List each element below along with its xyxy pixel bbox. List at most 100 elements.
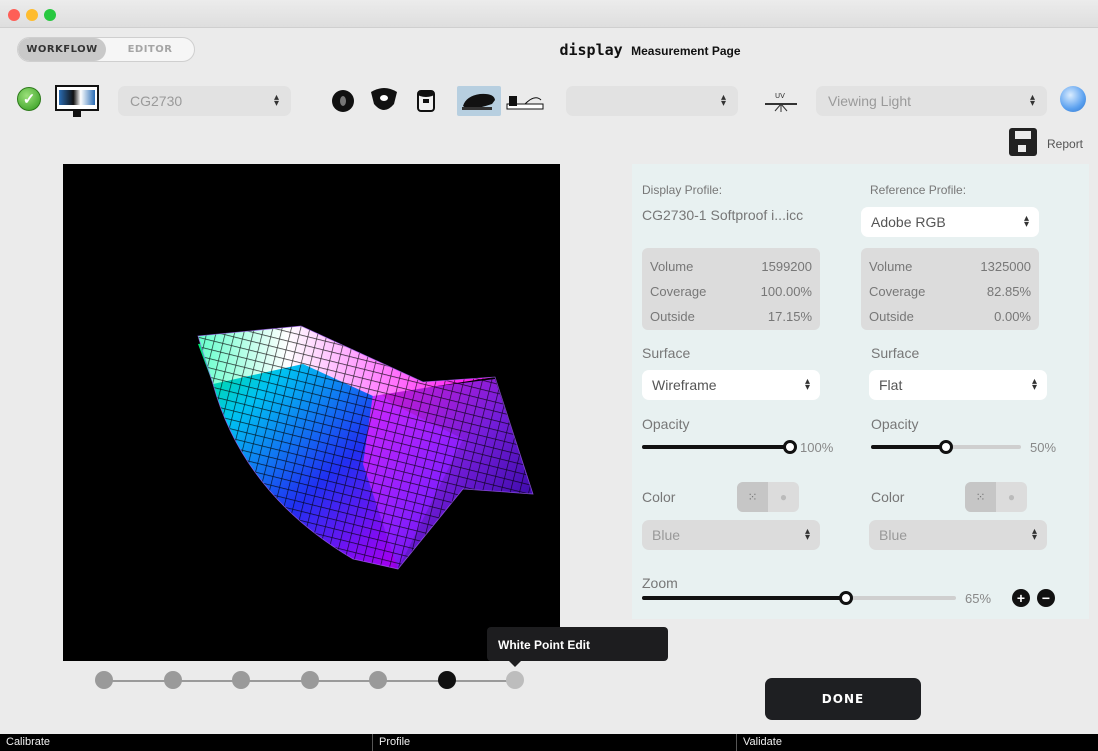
gamut-wireframe [197, 325, 534, 570]
slider-knob[interactable] [939, 440, 953, 454]
left-opacity-slider[interactable] [642, 440, 797, 454]
close-window-button[interactable] [8, 9, 20, 21]
stat-label: Outside [650, 309, 695, 324]
solid-mode-icon[interactable]: ● [996, 482, 1027, 512]
step-tooltip: White Point Edit [487, 627, 668, 661]
select-arrows-icon: ▴ ▾ [804, 526, 810, 543]
slider-knob[interactable] [839, 591, 854, 605]
select-arrows-icon: ▴ ▾ [1023, 213, 1029, 230]
viewing-light-value: Viewing Light [828, 93, 912, 109]
workflow-bottom-bar: Calibrate Profile Validate [0, 734, 1098, 751]
report-label[interactable]: Report [1047, 137, 1083, 151]
device-select[interactable]: ▴ ▾ [566, 86, 738, 116]
select-arrows-icon: ▴ ▾ [1031, 376, 1037, 393]
stat-value: 82.85% [986, 284, 1031, 299]
tab-calibrate[interactable]: Calibrate [0, 734, 373, 751]
right-opacity-slider[interactable] [871, 440, 1021, 454]
right-opacity-label: Opacity [871, 416, 919, 432]
left-surface-select[interactable]: Wireframe ▴ ▾ [642, 370, 820, 400]
tab-workflow[interactable]: WORKFLOW [18, 38, 106, 61]
display-select[interactable]: CG2730 ▴ ▾ [118, 86, 291, 116]
stat-row-volume: Volume 1599200 [650, 254, 812, 279]
solid-mode-icon[interactable]: ● [768, 482, 799, 512]
right-surface-label: Surface [871, 345, 920, 361]
display-select-value: CG2730 [130, 93, 183, 109]
stat-value: 100.00% [760, 284, 812, 299]
step-dot[interactable] [163, 671, 182, 689]
tooltip-arrow [508, 660, 522, 667]
left-opacity-value: 100% [800, 440, 834, 455]
step-dot[interactable] [300, 671, 319, 689]
slider-fill [642, 596, 847, 600]
select-arrows-icon: ▴ ▾ [720, 92, 726, 109]
zoom-slider[interactable] [642, 591, 956, 605]
tab-profile[interactable]: Profile [373, 734, 737, 751]
stat-row-outside: Outside 0.00% [869, 304, 1031, 329]
uv-light-icon[interactable]: UV [763, 90, 799, 114]
display-profile-label: Display Profile: [642, 183, 723, 197]
display-profile-value: CG2730-1 Softproof i...icc [642, 207, 804, 223]
minimize-window-button[interactable] [26, 9, 38, 21]
zoom-out-icon[interactable]: − [1037, 589, 1055, 607]
dots-mode-icon[interactable]: ⁙ [965, 482, 996, 512]
stat-label: Volume [869, 259, 913, 274]
left-surface-value: Wireframe [652, 377, 717, 393]
step-dot[interactable] [95, 671, 113, 689]
reference-profile-label: Reference Profile: [870, 183, 967, 197]
select-arrows-icon: ▴ ▾ [1029, 92, 1035, 109]
display-stats-box: Volume 1599200 Coverage 100.00% Outside 17.… [642, 248, 820, 330]
viewing-light-select[interactable]: Viewing Light ▴ ▾ [816, 86, 1047, 116]
slider-knob[interactable] [783, 440, 797, 454]
stat-value: 0.00% [994, 309, 1031, 324]
zoom-window-button[interactable] [44, 9, 56, 21]
zoom-value: 65% [965, 591, 992, 606]
stat-label: Outside [869, 309, 914, 324]
dots-mode-icon[interactable]: ⁙ [737, 482, 768, 512]
device-spectro-icon[interactable] [457, 86, 501, 116]
save-report-icon[interactable] [1009, 128, 1037, 156]
zoom-in-icon[interactable]: + [1012, 589, 1030, 607]
tab-editor[interactable]: EDITOR [106, 38, 194, 61]
tab-validate[interactable]: Validate [737, 734, 1098, 751]
stat-row-volume: Volume 1325000 [869, 254, 1031, 279]
device-i1-icon[interactable] [328, 86, 358, 116]
monitor-icon[interactable] [55, 85, 99, 117]
left-color-value: Blue [652, 527, 681, 543]
gamut-3d-viewer[interactable] [63, 164, 560, 661]
slider-fill [642, 445, 790, 449]
page-title-main: display [559, 41, 623, 59]
mode-segmented-control: WORKFLOW EDITOR [17, 37, 195, 62]
select-arrows-icon: ▴ ▾ [1031, 526, 1037, 543]
done-button[interactable]: DONE [765, 678, 921, 720]
slider-fill [871, 445, 946, 449]
device-cylinder-icon[interactable] [411, 86, 441, 116]
stat-value: 1599200 [761, 259, 812, 274]
stat-label: Coverage [869, 284, 926, 299]
globe-icon[interactable] [1060, 86, 1086, 112]
step-dot[interactable] [232, 671, 250, 689]
step-dot[interactable] [369, 671, 387, 689]
right-color-mode-toggle: ⁙ ● [965, 482, 1027, 512]
step-dot[interactable] [437, 671, 456, 689]
page-title: display Measurement Page [400, 41, 900, 60]
stat-value: 17.15% [767, 309, 812, 324]
reference-stats-box: Volume 1325000 Coverage 82.85% Outside 0.00… [861, 248, 1039, 330]
step-dot[interactable] [506, 671, 524, 689]
device-scanner-icon[interactable] [504, 86, 546, 116]
right-opacity-value: 50% [1030, 440, 1057, 455]
right-surface-select[interactable]: Flat ▴ ▾ [869, 370, 1047, 400]
reference-profile-value: Adobe RGB [871, 214, 946, 230]
select-arrows-icon: ▴ ▾ [804, 376, 810, 393]
status-ok-icon: ✓ [17, 87, 41, 111]
stat-row-coverage: Coverage 82.85% [869, 279, 1031, 304]
select-arrows-icon: ▴ ▾ [273, 92, 279, 109]
left-color-mode-toggle: ⁙ ● [737, 482, 799, 512]
reference-profile-select[interactable]: Adobe RGB ▴ ▾ [861, 207, 1039, 237]
window-title-bar [0, 0, 1098, 28]
zoom-label: Zoom [642, 575, 678, 591]
right-surface-value: Flat [879, 377, 903, 393]
device-colorimeter-icon[interactable] [367, 86, 401, 116]
page-title-sub: Measurement Page [631, 44, 741, 58]
right-color-select[interactable]: Blue ▴ ▾ [869, 520, 1047, 550]
left-color-select[interactable]: Blue ▴ ▾ [642, 520, 820, 550]
